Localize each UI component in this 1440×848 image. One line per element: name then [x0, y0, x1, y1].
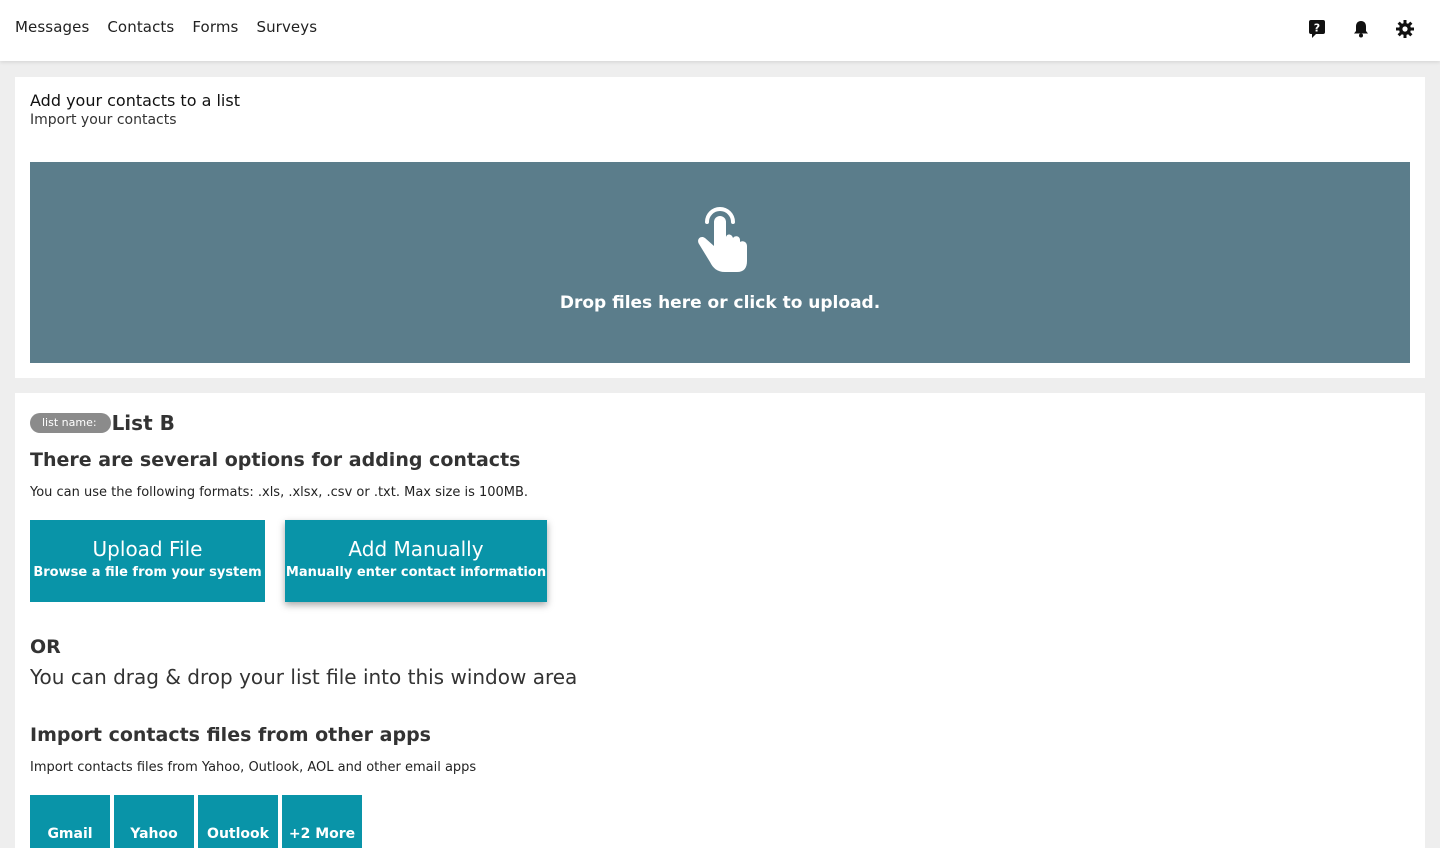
nav-contacts[interactable]: Contacts [107, 18, 174, 36]
help-icon[interactable]: ? [1308, 19, 1326, 39]
main-nav: Messages Contacts Forms Surveys [15, 18, 317, 36]
import-card-subtitle: Import your contacts [30, 112, 177, 128]
gmail-button[interactable]: Gmail [30, 795, 110, 848]
formats-text: You can use the following formats: .xls,… [30, 485, 529, 500]
import-apps-row: Gmail Yahoo Outlook +2 More [30, 795, 362, 848]
add-manually-button[interactable]: Add Manually Manually enter contact info… [285, 520, 547, 602]
nav-forms[interactable]: Forms [192, 18, 238, 36]
import-apps-heading: Import contacts files from other apps [30, 724, 431, 746]
import-apps-subtitle: Import contacts files from Yahoo, Outloo… [30, 760, 477, 775]
svg-text:?: ? [1314, 22, 1320, 35]
more-apps-button[interactable]: +2 More [282, 795, 362, 848]
or-label: OR [30, 636, 61, 658]
list-name-row: list name: List B [30, 411, 175, 435]
upload-file-button[interactable]: Upload File Browse a file from your syst… [30, 520, 265, 602]
add-manually-button-title: Add Manually [348, 537, 484, 561]
hand-pointer-icon [698, 207, 747, 272]
bell-icon[interactable] [1352, 19, 1370, 39]
options-heading: There are several options for adding con… [30, 449, 521, 471]
gear-icon[interactable] [1396, 19, 1414, 39]
top-navbar: Messages Contacts Forms Surveys ? [0, 0, 1440, 61]
nav-surveys[interactable]: Surveys [256, 18, 317, 36]
upload-file-button-subtitle: Browse a file from your system [33, 565, 262, 580]
drag-drop-text: You can drag & drop your list file into … [30, 665, 578, 689]
nav-messages[interactable]: Messages [15, 18, 89, 36]
add-manually-button-subtitle: Manually enter contact information [285, 565, 547, 580]
list-card: list name: List B There are several opti… [15, 393, 1425, 848]
list-name-badge: list name: [30, 413, 111, 433]
yahoo-button[interactable]: Yahoo [114, 795, 194, 848]
import-card: Add your contacts to a list Import your … [15, 77, 1425, 378]
outlook-button[interactable]: Outlook [198, 795, 278, 848]
file-dropzone[interactable]: Drop files here or click to upload. [30, 162, 1410, 363]
top-icons: ? [1308, 19, 1414, 39]
dropzone-text: Drop files here or click to upload. [559, 293, 881, 313]
import-card-title: Add your contacts to a list [30, 91, 240, 110]
list-name: List B [111, 411, 175, 435]
upload-file-button-title: Upload File [92, 537, 203, 561]
